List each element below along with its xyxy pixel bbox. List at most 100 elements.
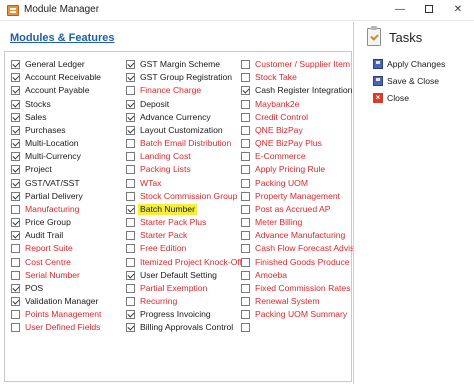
module-item[interactable]: QNE BizPay Plus bbox=[241, 137, 353, 150]
module-checkbox[interactable] bbox=[11, 178, 20, 188]
module-item[interactable]: QNE BizPay bbox=[241, 124, 353, 137]
module-checkbox[interactable] bbox=[11, 297, 20, 307]
module-item[interactable]: Packing UOM Summary bbox=[241, 308, 353, 321]
module-item[interactable]: Renewal System bbox=[241, 295, 353, 308]
module-item[interactable]: Deposit bbox=[126, 98, 240, 111]
module-item[interactable]: Billing Approvals Control bbox=[126, 321, 240, 334]
module-item[interactable]: Meter Billing bbox=[241, 216, 353, 229]
module-checkbox[interactable] bbox=[126, 165, 135, 175]
module-item[interactable]: Packing Lists bbox=[126, 163, 240, 176]
module-item[interactable]: Stock Take bbox=[241, 71, 353, 84]
module-item[interactable]: Manufacturing bbox=[11, 203, 125, 216]
module-checkbox[interactable] bbox=[241, 99, 250, 109]
module-checkbox[interactable] bbox=[126, 73, 135, 83]
module-item[interactable]: Price Group bbox=[11, 216, 125, 229]
module-checkbox[interactable] bbox=[126, 86, 135, 96]
module-checkbox[interactable] bbox=[126, 112, 135, 122]
module-item[interactable]: Purchases bbox=[11, 124, 125, 137]
module-item[interactable]: GST/VAT/SST bbox=[11, 177, 125, 190]
module-checkbox[interactable] bbox=[241, 270, 250, 280]
module-checkbox[interactable] bbox=[241, 60, 250, 69]
module-item[interactable]: Stock Commission Group bbox=[126, 190, 240, 203]
module-item[interactable]: Report Suite bbox=[11, 242, 125, 255]
module-item[interactable]: Progress Invoicing bbox=[126, 308, 240, 321]
module-checkbox[interactable] bbox=[126, 257, 135, 267]
minimize-button[interactable]: — bbox=[386, 0, 414, 21]
module-checkbox[interactable] bbox=[126, 139, 135, 149]
module-checkbox[interactable] bbox=[126, 125, 135, 135]
module-checkbox[interactable] bbox=[241, 73, 250, 83]
module-checkbox[interactable] bbox=[241, 283, 250, 293]
module-item[interactable]: GST Group Registration bbox=[126, 71, 240, 84]
module-checkbox[interactable] bbox=[11, 139, 20, 149]
module-checkbox[interactable] bbox=[11, 310, 20, 320]
module-checkbox[interactable] bbox=[241, 218, 250, 228]
module-item[interactable]: Account Payable bbox=[11, 84, 125, 97]
module-checkbox[interactable] bbox=[11, 270, 20, 280]
module-item[interactable]: Customer / Supplier Item bbox=[241, 58, 353, 71]
module-checkbox[interactable] bbox=[126, 323, 135, 333]
module-checkbox[interactable] bbox=[11, 283, 20, 293]
module-item[interactable]: Cash Flow Forecast Advisor bbox=[241, 242, 353, 255]
module-checkbox[interactable] bbox=[11, 60, 20, 69]
module-checkbox[interactable] bbox=[241, 257, 250, 267]
module-item[interactable]: Packing UOM bbox=[241, 177, 353, 190]
module-checkbox[interactable] bbox=[241, 323, 250, 333]
module-checkbox[interactable] bbox=[126, 244, 135, 254]
module-item[interactable]: POS bbox=[11, 282, 125, 295]
module-item[interactable] bbox=[241, 321, 353, 334]
module-checkbox[interactable] bbox=[11, 125, 20, 135]
module-item[interactable]: Advance Manufacturing bbox=[241, 229, 353, 242]
module-checkbox[interactable] bbox=[11, 152, 20, 162]
close-window-button[interactable]: ✕ bbox=[444, 0, 472, 21]
module-item[interactable]: WTax bbox=[126, 177, 240, 190]
module-item[interactable]: Partial Delivery bbox=[11, 190, 125, 203]
module-item[interactable]: Stocks bbox=[11, 98, 125, 111]
module-checkbox[interactable] bbox=[126, 218, 135, 228]
module-checkbox[interactable] bbox=[11, 218, 20, 228]
module-item[interactable]: Batch Email Distribution bbox=[126, 137, 240, 150]
module-checkbox[interactable] bbox=[126, 297, 135, 307]
module-item[interactable]: Cash Register Integration bbox=[241, 84, 353, 97]
maximize-button[interactable] bbox=[415, 0, 443, 21]
module-checkbox[interactable] bbox=[241, 178, 250, 188]
module-checkbox[interactable] bbox=[241, 231, 250, 241]
module-item[interactable]: Landing Cost bbox=[126, 150, 240, 163]
module-checkbox[interactable] bbox=[126, 152, 135, 162]
module-checkbox[interactable] bbox=[11, 231, 20, 241]
module-item[interactable]: Apply Pricing Rule bbox=[241, 163, 353, 176]
module-checkbox[interactable] bbox=[126, 310, 135, 320]
module-checkbox[interactable] bbox=[126, 231, 135, 241]
module-item[interactable]: Finance Charge bbox=[126, 84, 240, 97]
module-item[interactable]: User Defined Fields bbox=[11, 321, 125, 334]
module-item[interactable]: Credit Control bbox=[241, 111, 353, 124]
module-item[interactable]: Recurring bbox=[126, 295, 240, 308]
module-checkbox[interactable] bbox=[241, 204, 250, 214]
module-checkbox[interactable] bbox=[241, 191, 250, 201]
module-item[interactable]: Fixed Commission Rates bbox=[241, 282, 353, 295]
module-checkbox[interactable] bbox=[11, 244, 20, 254]
module-checkbox[interactable] bbox=[126, 204, 135, 214]
module-item[interactable]: Post as Accrued AP bbox=[241, 203, 353, 216]
module-checkbox[interactable] bbox=[241, 244, 250, 254]
module-checkbox[interactable] bbox=[241, 112, 250, 122]
module-item[interactable]: User Default Setting bbox=[126, 269, 240, 282]
module-checkbox[interactable] bbox=[126, 283, 135, 293]
module-checkbox[interactable] bbox=[126, 178, 135, 188]
module-checkbox[interactable] bbox=[126, 191, 135, 201]
module-item[interactable]: Sales bbox=[11, 111, 125, 124]
module-checkbox[interactable] bbox=[11, 99, 20, 109]
module-checkbox[interactable] bbox=[126, 99, 135, 109]
module-item[interactable]: General Ledger bbox=[11, 58, 125, 71]
module-checkbox[interactable] bbox=[11, 191, 20, 201]
module-item[interactable]: Validation Manager bbox=[11, 295, 125, 308]
module-item[interactable]: Points Management bbox=[11, 308, 125, 321]
module-checkbox[interactable] bbox=[126, 60, 135, 69]
module-checkbox[interactable] bbox=[241, 125, 250, 135]
module-item[interactable]: Itemized Project Knock-Off bbox=[126, 256, 242, 269]
module-item[interactable]: Audit Trail bbox=[11, 229, 125, 242]
module-item[interactable]: Project bbox=[11, 163, 125, 176]
module-checkbox[interactable] bbox=[241, 165, 250, 175]
module-item[interactable]: Partial Exemption bbox=[126, 282, 240, 295]
module-checkbox[interactable] bbox=[11, 86, 20, 96]
